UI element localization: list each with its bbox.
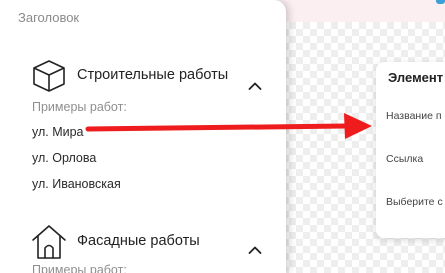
annotation-arrow [85, 113, 372, 139]
